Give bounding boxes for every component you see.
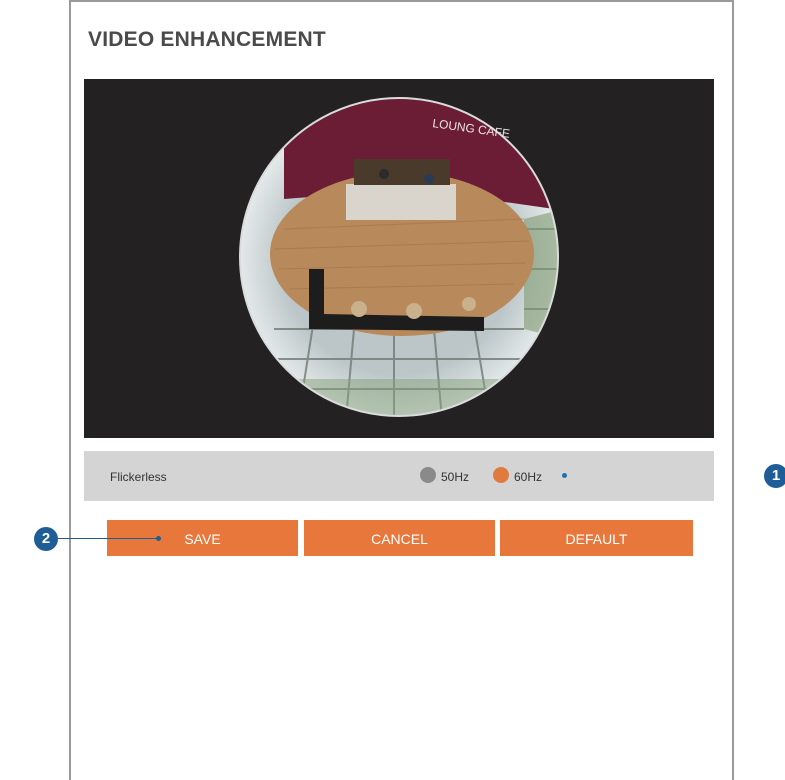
radio-60hz-label: 60Hz [514,470,543,484]
callout-badge-2: 2 [34,527,58,551]
radio-50hz[interactable] [420,467,436,483]
cancel-button[interactable]: CANCEL [304,520,495,556]
fisheye-image: LOUNG CAFE [239,97,559,417]
callout-leader-line [58,538,158,539]
flickerless-label: Flickerless [110,470,167,484]
page-title: VIDEO ENHANCEMENT [88,28,326,51]
callout-marker-dot [562,473,567,478]
callout-leader-dot [156,536,161,541]
radio-50hz-label: 50Hz [441,470,470,484]
default-button[interactable]: DEFAULT [500,520,693,556]
video-preview: LOUNG CAFE [84,79,714,438]
callout-badge-1: 1 [764,464,785,488]
flickerless-row: Flickerless 50Hz 60Hz [84,451,714,501]
radio-60hz[interactable] [493,467,509,483]
